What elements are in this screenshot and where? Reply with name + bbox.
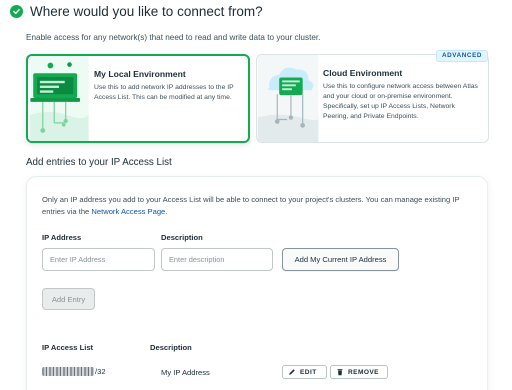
page-header: Where would you like to connect from? xyxy=(10,4,263,19)
ip-address-input[interactable] xyxy=(42,248,155,271)
ip-access-info: Only an IP address you add to your Acces… xyxy=(42,194,482,218)
ip-address-label: IP Address xyxy=(42,233,82,242)
remove-button-label: REMOVE xyxy=(348,368,379,376)
cloud-environment-card[interactable]: Cloud Environment Use this to configure … xyxy=(256,54,489,143)
laptop-network-illustration xyxy=(29,56,89,141)
local-environment-title: My Local Environment xyxy=(94,69,186,79)
ip-address-value: /32 xyxy=(42,367,106,376)
add-entry-button[interactable]: Add Entry xyxy=(42,288,95,310)
network-access-page-link[interactable]: Network Access Page xyxy=(91,207,165,216)
ip-access-list-header: IP Access List xyxy=(42,343,94,352)
ip-access-section-title: Add entries to your IP Access List xyxy=(26,157,172,168)
page-title: Where would you like to connect from? xyxy=(30,4,263,19)
check-circle-icon xyxy=(10,5,23,18)
ip-cidr-suffix: /32 xyxy=(95,367,106,376)
ip-row-description: My IP Address xyxy=(161,368,210,377)
pencil-icon xyxy=(289,369,295,375)
advanced-badge: ADVANCED xyxy=(436,50,489,62)
description-input[interactable] xyxy=(161,248,273,271)
local-environment-description: Use this to add network IP addresses to … xyxy=(94,84,234,101)
edit-button[interactable]: EDIT xyxy=(282,365,327,379)
add-current-ip-button[interactable]: Add My Current IP Address xyxy=(282,248,399,271)
description-column-header: Description xyxy=(150,343,192,352)
trash-icon xyxy=(337,369,343,376)
remove-button[interactable]: REMOVE xyxy=(330,365,388,379)
cloud-network-illustration xyxy=(257,55,319,142)
cloud-environment-title: Cloud Environment xyxy=(323,68,403,78)
page-subtitle: Enable access for any network(s) that ne… xyxy=(26,33,321,42)
local-environment-card[interactable]: My Local Environment Use this to add net… xyxy=(26,54,250,143)
masked-ip-address xyxy=(42,367,94,376)
ip-access-info-suffix: . xyxy=(165,207,168,216)
cloud-environment-description: Use this to configure network access bet… xyxy=(323,83,478,120)
description-label: Description xyxy=(161,233,203,242)
edit-button-label: EDIT xyxy=(300,368,317,376)
